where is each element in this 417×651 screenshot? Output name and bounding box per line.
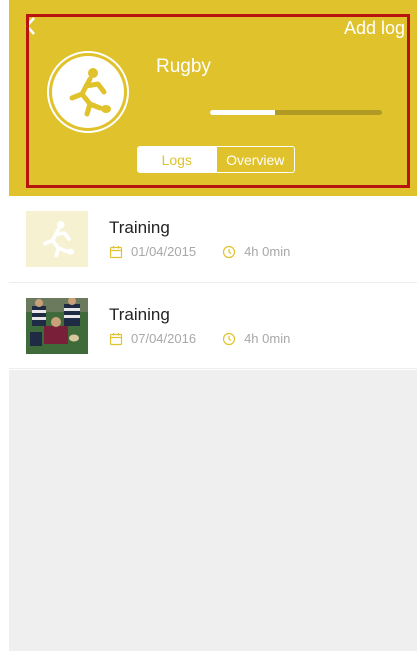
add-log-button[interactable]: Add log: [344, 18, 405, 39]
log-date: 07/04/2016: [131, 331, 197, 346]
log-thumbnail: [26, 211, 88, 267]
log-duration: 4h 0min: [244, 331, 291, 346]
left-edge: [0, 0, 9, 651]
empty-area: [9, 370, 417, 651]
sport-avatar: [47, 51, 129, 133]
tab-logs[interactable]: Logs: [138, 147, 216, 172]
chevron-left-icon: [25, 17, 35, 35]
list-item[interactable]: Training 07/04/2016 4h 0min: [9, 283, 417, 369]
log-meta: 07/04/2016 4h 0min: [109, 331, 290, 346]
log-title: Training: [109, 218, 170, 237]
log-meta: 01/04/2015 4h 0min: [109, 244, 290, 259]
back-button[interactable]: [24, 16, 38, 38]
log-title: Training: [109, 305, 170, 324]
progress-fill: [210, 110, 276, 115]
calendar-icon: [109, 332, 123, 345]
progress-bar: [210, 110, 382, 115]
log-list: Training 01/04/2015 4h 0min Training 07/…: [9, 196, 417, 369]
log-thumbnail: [26, 298, 88, 354]
log-duration: 4h 0min: [244, 244, 291, 259]
rugby-player-icon: [69, 68, 111, 117]
rugby-photo: [26, 298, 88, 354]
clock-icon: [222, 245, 236, 258]
calendar-icon: [109, 245, 123, 258]
log-date: 01/04/2015: [131, 244, 197, 259]
list-item[interactable]: Training 01/04/2015 4h 0min: [9, 196, 417, 283]
tab-overview[interactable]: Overview: [215, 147, 295, 172]
clock-icon: [222, 332, 236, 345]
rugby-player-icon: [43, 221, 75, 258]
sport-name: Rugby: [156, 56, 211, 77]
segment-tabs: Logs Overview: [137, 146, 295, 173]
